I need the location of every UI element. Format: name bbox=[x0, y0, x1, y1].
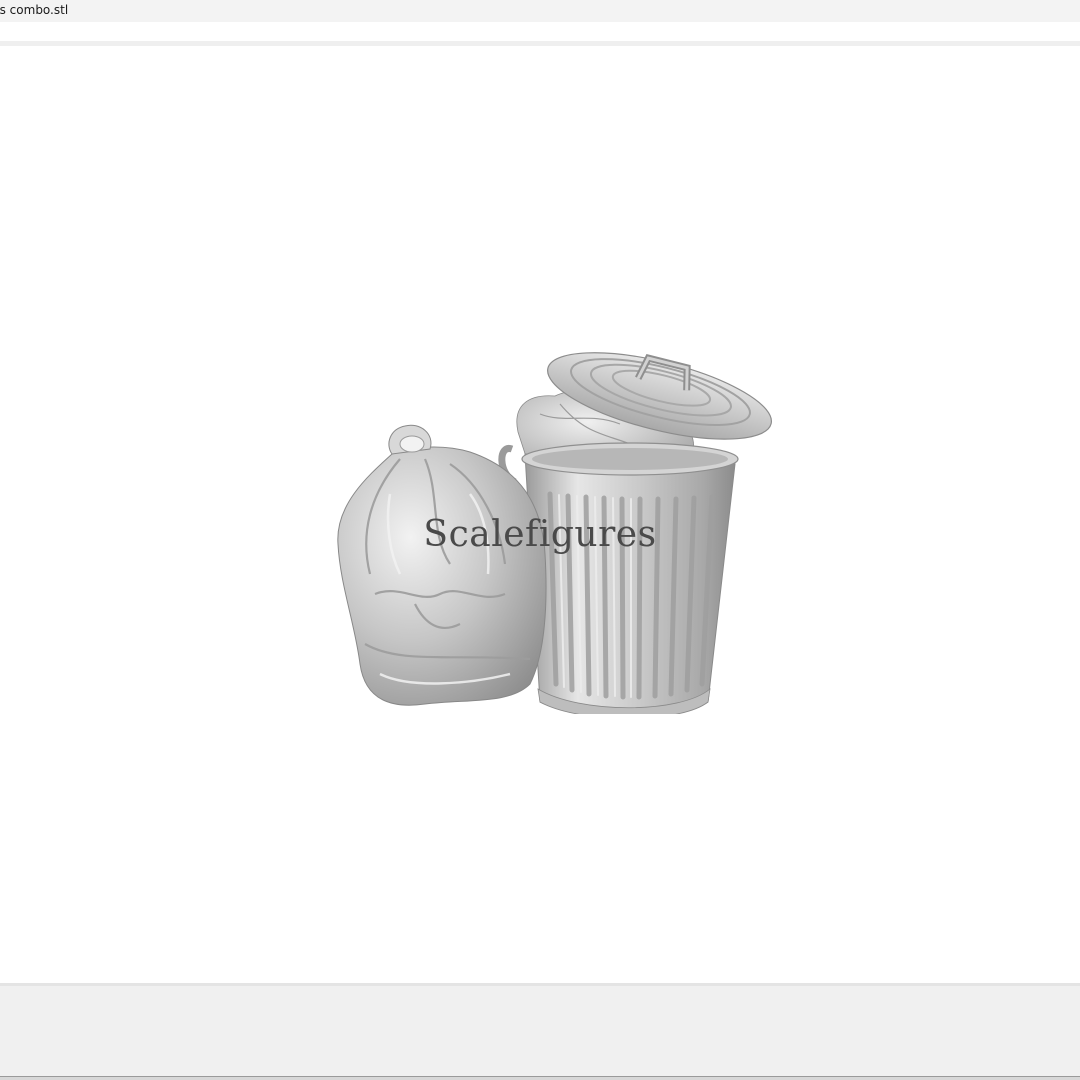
title-bar: gs combo.stl bbox=[0, 0, 1080, 22]
3d-viewport[interactable]: Scalefigures bbox=[0, 46, 1080, 983]
status-bar bbox=[0, 986, 1080, 1076]
toolbar-area bbox=[0, 22, 1080, 41]
window-title: gs combo.stl bbox=[0, 3, 69, 17]
trash-can-icon bbox=[498, 352, 773, 714]
window-bottom-edge bbox=[0, 1076, 1080, 1080]
trash-can-and-bag-model[interactable] bbox=[330, 304, 780, 714]
garbage-bag-icon bbox=[337, 424, 547, 706]
